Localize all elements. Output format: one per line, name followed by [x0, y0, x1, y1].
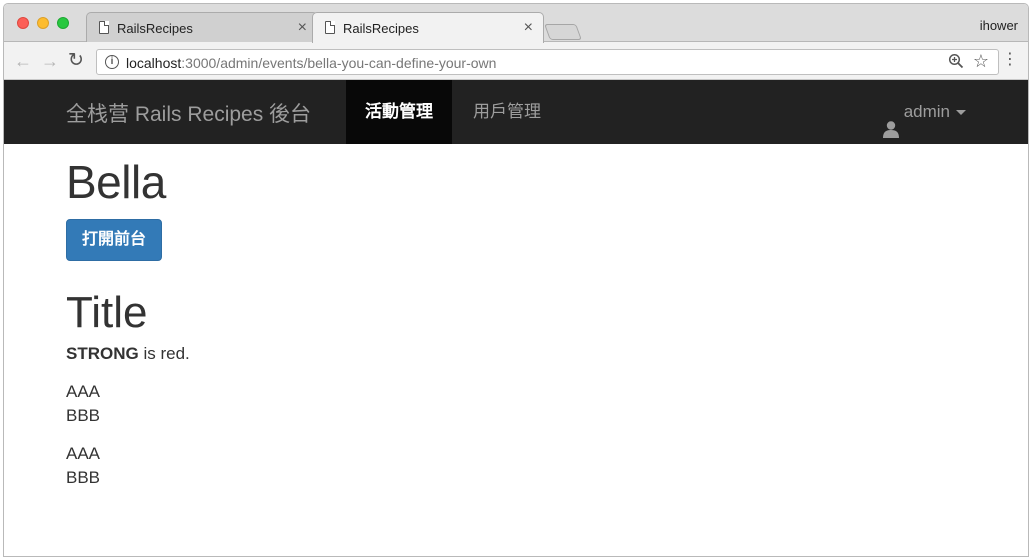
url-host: localhost: [126, 55, 182, 71]
menu-icon[interactable]: ⋮: [1002, 50, 1018, 70]
nav-item-events[interactable]: 活動管理: [346, 80, 452, 144]
tab-strip: RailsRecipes × RailsRecipes × ihower: [4, 4, 1028, 43]
user-icon: [882, 101, 900, 138]
nav-item-users[interactable]: 用戶管理: [454, 80, 560, 144]
page-icon: [325, 21, 335, 34]
text-line: AAA: [66, 444, 101, 463]
tab-title: RailsRecipes: [117, 21, 193, 36]
browser-toolbar: ← → ↻ i localhost:3000/admin/events/bell…: [4, 42, 1028, 80]
page-icon: [99, 21, 109, 34]
event-title: Bella: [66, 156, 166, 208]
url-text[interactable]: localhost:3000/admin/events/bella-you-ca…: [126, 55, 496, 71]
user-name: admin: [903, 102, 950, 121]
url-path: :3000/admin/events/bella-you-can-define-…: [181, 55, 497, 71]
profile-name[interactable]: ihower: [980, 18, 1018, 33]
brand-link[interactable]: 全栈营 Rails Recipes 後台: [66, 98, 311, 128]
tab-title: RailsRecipes: [343, 21, 419, 36]
main-content: Bella 打開前台 Title STRONG is red. AAA BBB A…: [66, 144, 966, 490]
close-window-button[interactable]: [17, 17, 29, 29]
browser-window: RailsRecipes × RailsRecipes × ihower ← →…: [3, 3, 1029, 557]
minimize-window-button[interactable]: [37, 17, 49, 29]
text-block: AAA BBB: [66, 380, 966, 428]
maximize-window-button[interactable]: [57, 17, 69, 29]
tab-active[interactable]: RailsRecipes ×: [312, 12, 544, 43]
close-icon[interactable]: ×: [524, 18, 533, 38]
text-block: AAA BBB: [66, 442, 966, 490]
text-line: BBB: [66, 468, 101, 487]
reload-icon[interactable]: ↻: [68, 51, 84, 71]
tab-inactive[interactable]: RailsRecipes ×: [86, 12, 318, 43]
close-icon[interactable]: ×: [298, 18, 307, 38]
star-icon[interactable]: ☆: [973, 51, 989, 72]
open-frontend-button[interactable]: 打開前台: [66, 219, 163, 261]
zoom-icon[interactable]: [948, 53, 964, 73]
new-tab-button[interactable]: [544, 24, 582, 40]
text-line: BBB: [66, 406, 101, 425]
description-paragraph: STRONG is red.: [66, 342, 966, 366]
caret-down-icon: [956, 110, 966, 116]
address-bar[interactable]: i localhost:3000/admin/events/bella-you-…: [96, 49, 999, 75]
user-dropdown[interactable]: admin: [882, 80, 966, 144]
page-viewport: 全栈营 Rails Recipes 後台 活動管理 用戶管理 admin Bel…: [4, 80, 1028, 556]
section-title: Title: [66, 288, 148, 337]
strong-text: STRONG: [66, 344, 139, 363]
text-line: AAA: [66, 382, 101, 401]
admin-navbar: 全栈营 Rails Recipes 後台 活動管理 用戶管理 admin: [4, 80, 1028, 144]
info-icon[interactable]: i: [105, 55, 119, 69]
strong-rest-text: is red.: [138, 344, 190, 363]
forward-arrow-icon[interactable]: →: [41, 51, 59, 71]
back-arrow-icon[interactable]: ←: [14, 51, 32, 71]
